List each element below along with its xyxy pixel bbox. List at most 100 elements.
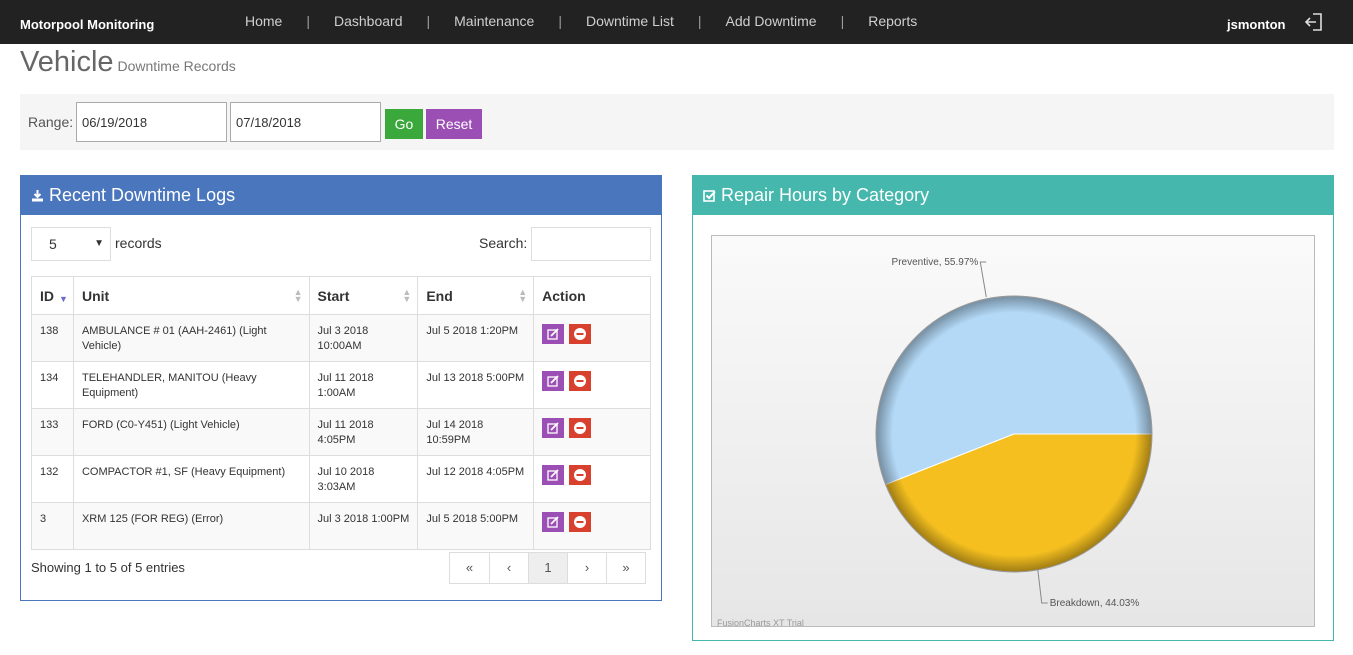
records-length-select[interactable]: 5 ▼ <box>31 227 111 261</box>
table-row: 3 XRM 125 (FOR REG) (Error) Jul 3 2018 1:0… <box>31 502 651 550</box>
cell-start: Jul 11 2018 4:05PM <box>308 408 419 456</box>
panel-title: Recent Downtime Logs <box>49 185 236 205</box>
search-label: Search: <box>479 235 528 251</box>
range-to-input[interactable] <box>230 102 381 142</box>
slice-label-breakdown: Breakdown, 44.03% <box>1050 598 1140 609</box>
column-header-unit[interactable]: Unit ▲ ▼ <box>72 276 310 315</box>
chart-watermark: FusionCharts XT Trial <box>717 618 804 627</box>
cell-unit: TELEHANDLER, MANITOU (Heavy Equipment) <box>72 361 310 409</box>
cell-id: 134 <box>31 361 74 409</box>
nav-separator: | <box>306 13 310 29</box>
logout-icon[interactable] <box>1304 12 1324 32</box>
cell-unit: FORD (C0-Y451) (Light Vehicle) <box>72 408 310 456</box>
sort-icon: ▲ ▼ <box>402 287 412 304</box>
delete-button[interactable] <box>569 418 592 438</box>
reset-button[interactable]: Reset <box>426 109 482 139</box>
cell-action <box>533 314 651 362</box>
repair-hours-panel: Repair Hours by Category Preventive, 55.… <box>692 175 1334 641</box>
cell-end: Jul 14 2018 10:59PM <box>417 408 535 456</box>
nav-downtime-list[interactable]: Downtime List <box>586 13 674 29</box>
cell-id: 3 <box>31 502 74 550</box>
sort-icon: ▲ ▼ <box>518 287 528 304</box>
cell-start: Jul 3 2018 1:00PM <box>308 502 419 550</box>
slice-label-preventive: Preventive, 55.97% <box>892 257 979 268</box>
cell-end: Jul 5 2018 5:00PM <box>417 502 535 550</box>
edit-icon <box>547 375 559 387</box>
nav-separator: | <box>426 13 431 29</box>
pager-prev-button[interactable]: ‹ <box>489 553 528 583</box>
nav-separator: | <box>840 13 845 29</box>
nav-add-downtime[interactable]: Add Downtime <box>726 13 817 29</box>
range-filter-bar: Range: Go Reset <box>20 94 1334 150</box>
pie-rim <box>875 295 1153 573</box>
table-row: 134 TELEHANDLER, MANITOU (Heavy Equipment… <box>31 361 651 409</box>
edit-button[interactable] <box>542 324 565 344</box>
records-length-value: 5 <box>49 236 57 252</box>
edit-icon <box>547 469 559 481</box>
edit-button[interactable] <box>542 371 565 391</box>
edit-icon <box>547 328 559 340</box>
cell-id: 138 <box>31 314 74 362</box>
delete-button[interactable] <box>569 371 592 391</box>
edit-button[interactable] <box>542 465 565 485</box>
recent-downtime-logs-panel: Recent Downtime Logs 5 ▼ records Search:… <box>20 175 662 601</box>
pager-last-button[interactable]: » <box>606 553 645 583</box>
edit-button[interactable] <box>542 418 565 438</box>
page-title-text: Vehicle <box>20 46 114 78</box>
pager-next-button[interactable]: › <box>567 553 606 583</box>
minus-circle-icon <box>574 516 587 528</box>
checkbox-icon <box>703 190 716 202</box>
table-row: 133 FORD (C0-Y451) (Light Vehicle) Jul 11 … <box>31 408 651 456</box>
cell-id: 132 <box>31 455 74 503</box>
cell-action <box>533 455 651 503</box>
cell-action <box>533 361 651 409</box>
minus-circle-icon <box>574 375 587 387</box>
column-header-end[interactable]: End ▲ ▼ <box>417 276 535 315</box>
nav-home[interactable]: Home <box>245 13 282 29</box>
panel-header: Repair Hours by Category <box>693 176 1333 215</box>
pager-page-1[interactable]: 1 <box>528 553 567 583</box>
nav-separator: | <box>558 13 562 29</box>
cell-end: Jul 12 2018 4:05PM <box>417 455 535 503</box>
go-button[interactable]: Go <box>385 109 423 139</box>
cell-end: Jul 5 2018 1:20PM <box>417 314 535 362</box>
range-from-input[interactable] <box>76 102 227 142</box>
pie-chart: Preventive, 55.97% Breakdown, 44.03% <box>875 257 1153 609</box>
panel-title: Repair Hours by Category <box>721 185 930 205</box>
records-label: records <box>115 235 162 251</box>
table-row: 138 AMBULANCE # 01 (AAH-2461) (Light Vehi… <box>31 314 651 362</box>
nav-reports[interactable]: Reports <box>868 13 917 29</box>
column-header-start[interactable]: Start ▲ ▼ <box>308 276 419 315</box>
panel-header: Recent Downtime Logs <box>21 176 661 215</box>
table-info: Showing 1 to 5 of 5 entries <box>31 560 185 575</box>
table-row: 132 COMPACTOR #1, SF (Heavy Equipment) Jul… <box>31 455 651 503</box>
nav-maintenance[interactable]: Maintenance <box>454 13 534 29</box>
nav-separator: | <box>697 13 702 29</box>
cell-unit: COMPACTOR #1, SF (Heavy Equipment) <box>72 455 310 503</box>
cell-start: Jul 11 2018 1:00AM <box>308 361 419 409</box>
search-input[interactable] <box>531 227 651 261</box>
chevron-down-icon: ▼ <box>94 238 104 249</box>
column-header-id[interactable]: ID ▼ <box>31 276 74 315</box>
delete-button[interactable] <box>569 465 592 485</box>
download-icon <box>32 190 43 202</box>
brand-title[interactable]: Motorpool Monitoring <box>20 17 154 32</box>
user-name[interactable]: jsmonton <box>1227 17 1286 32</box>
top-navbar: Motorpool Monitoring Home | Dashboard | … <box>0 0 1353 44</box>
repair-hours-chart: Preventive, 55.97% Breakdown, 44.03% Fusi… <box>711 235 1315 627</box>
pager-first-button[interactable]: « <box>450 553 489 583</box>
downtime-table: ID ▼ Unit ▲ ▼ Start ▲ ▼ End ▲ ▼ Action 138 AMBUL… <box>31 276 651 550</box>
cell-start: Jul 3 2018 10:00AM <box>308 314 419 362</box>
pagination: « ‹ 1 › » <box>449 552 646 584</box>
edit-button[interactable] <box>542 512 565 532</box>
range-label: Range: <box>28 114 74 130</box>
main-nav: Home | Dashboard | Maintenance | Downtim… <box>245 13 917 29</box>
cell-unit: XRM 125 (FOR REG) (Error) <box>72 502 310 550</box>
delete-button[interactable] <box>569 324 592 344</box>
nav-dashboard[interactable]: Dashboard <box>334 13 403 29</box>
sort-icon: ▲ ▼ <box>293 287 303 304</box>
delete-button[interactable] <box>569 512 592 532</box>
sort-desc-icon: ▼ <box>59 294 68 304</box>
cell-end: Jul 13 2018 5:00PM <box>417 361 535 409</box>
cell-id: 133 <box>31 408 74 456</box>
